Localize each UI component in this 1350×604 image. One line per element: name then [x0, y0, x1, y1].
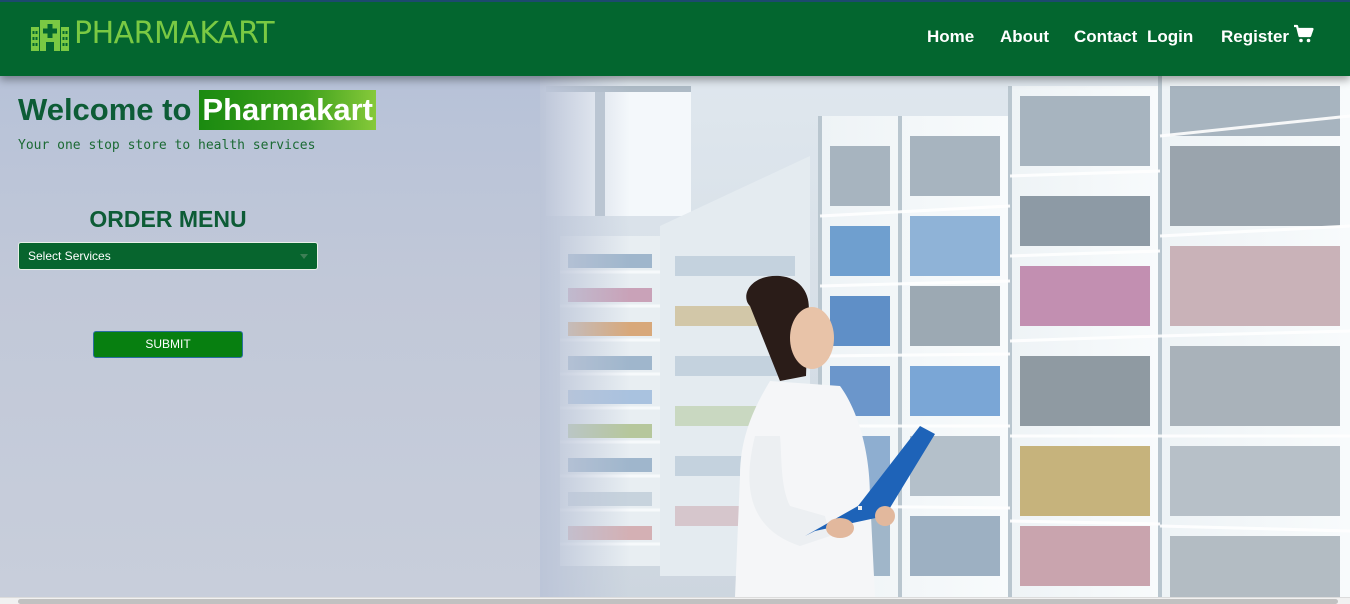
- main-nav: Home About Contact Login Register: [0, 26, 1350, 50]
- welcome-prefix: Welcome to: [18, 92, 192, 127]
- nav-about-link[interactable]: About: [1000, 26, 1049, 48]
- horizontal-scrollbar[interactable]: [0, 597, 1350, 604]
- shopping-cart-icon[interactable]: [1293, 24, 1315, 44]
- welcome-heading: Welcome to Pharmakart: [18, 90, 376, 130]
- nav-home-link[interactable]: Home: [927, 26, 974, 48]
- submit-button[interactable]: SUBMIT: [93, 331, 243, 358]
- hero-backdrop: [0, 76, 600, 597]
- nav-register-link[interactable]: Register: [1221, 26, 1289, 48]
- order-menu-title: ORDER MENU: [89, 206, 247, 232]
- tagline: Your one stop store to health services: [18, 138, 316, 153]
- scrollbar-thumb[interactable]: [18, 599, 1338, 604]
- nav-contact-link[interactable]: Contact: [1074, 26, 1137, 48]
- hero-section: Welcome to Pharmakart Your one stop stor…: [0, 76, 1350, 597]
- hero-image-fade: [540, 76, 630, 597]
- services-select[interactable]: Select Services: [18, 242, 318, 270]
- chevron-down-icon: [300, 254, 308, 259]
- top-navbar: PHARMAKART Home About Contact Login Regi…: [0, 0, 1350, 76]
- nav-login-link[interactable]: Login: [1147, 26, 1193, 48]
- pharmacy-hero-image: [540, 76, 1350, 597]
- services-select-value: Select Services: [28, 249, 111, 263]
- welcome-brand-highlight: Pharmakart: [199, 90, 376, 130]
